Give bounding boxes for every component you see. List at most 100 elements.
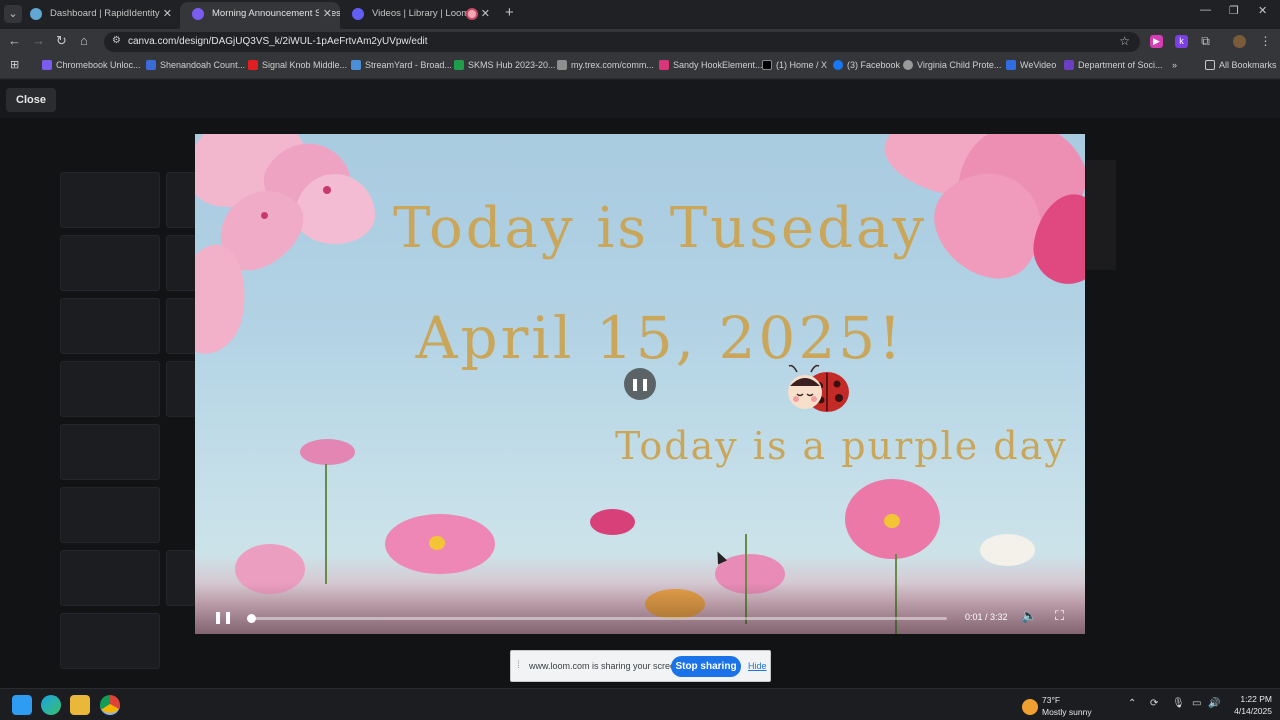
- clock-date: 4/14/2025: [1234, 706, 1272, 716]
- address-bar[interactable]: ⚙ canva.com/design/DAGjUQ3VS_k/2iWUL-1pA…: [104, 32, 1140, 52]
- slide-thumbnail[interactable]: [60, 550, 160, 606]
- all-bookmarks[interactable]: All Bookmarks: [1205, 60, 1277, 70]
- close-tab-icon[interactable]: ✕: [318, 2, 332, 26]
- bookmark-item[interactable]: WeVideo: [1006, 60, 1056, 70]
- progress-bar[interactable]: [246, 614, 947, 623]
- bookmark-star-icon[interactable]: ☆: [1119, 34, 1130, 48]
- bookmark-favicon-icon: [1064, 60, 1074, 70]
- youtube-icon: [248, 60, 258, 70]
- edge-icon[interactable]: [41, 695, 61, 715]
- slide-thumbnail[interactable]: [60, 298, 160, 354]
- slide-thumbnail[interactable]: [60, 361, 160, 417]
- more-bookmarks-icon[interactable]: »: [1172, 60, 1177, 70]
- slide-day-title: Today is Tuseday: [392, 196, 927, 261]
- slide-thumbnail[interactable]: [60, 487, 160, 543]
- globe-icon: [903, 60, 913, 70]
- start-windows-icon[interactable]: [12, 695, 32, 715]
- bookmark-item[interactable]: Shenandoah Count...: [146, 60, 245, 70]
- canva-icon: [192, 8, 204, 20]
- pause-icon[interactable]: ❚❚: [213, 610, 233, 624]
- player-controls: ❚❚ 0:01 / 3:32 🔈 ⛶: [195, 582, 1085, 634]
- kami-extension-icon[interactable]: k: [1175, 35, 1188, 48]
- facebook-icon: [833, 60, 843, 70]
- tab-recording[interactable]: ✕: [458, 2, 498, 29]
- flower-center: [323, 186, 331, 194]
- slide-thumbnail[interactable]: [166, 298, 196, 354]
- speaker-icon[interactable]: 🔊: [1208, 698, 1220, 709]
- forward-icon[interactable]: →: [32, 33, 45, 49]
- cosmos-flower: [300, 439, 355, 465]
- bookmarks-bar: ⊞ Chromebook Unloc... Shenandoah Count..…: [0, 54, 1280, 79]
- slide-thumbnail[interactable]: [60, 613, 160, 669]
- loom-icon: [352, 8, 364, 20]
- chrome-icon[interactable]: [100, 695, 120, 715]
- back-icon[interactable]: ←: [8, 33, 21, 49]
- slide-color-day: Today is a purple day: [615, 424, 1068, 468]
- slide-thumbnail[interactable]: [166, 172, 196, 228]
- minimize-icon[interactable]: —: [1200, 4, 1211, 16]
- microphone-icon[interactable]: 🎙: [1172, 698, 1185, 709]
- center-pause-button[interactable]: ❚❚: [624, 368, 656, 400]
- bookmark-favicon-icon: [146, 60, 156, 70]
- x-icon: [762, 60, 772, 70]
- bookmark-item[interactable]: (1) Home / X: [762, 60, 827, 70]
- playback-time: 0:01 / 3:32: [965, 612, 1008, 622]
- close-tab-icon[interactable]: ✕: [163, 2, 172, 26]
- extensions-puzzle-icon[interactable]: ⧉: [1199, 35, 1212, 48]
- window-close-icon[interactable]: ✕: [1258, 4, 1267, 17]
- sync-icon[interactable]: ⟳: [1150, 698, 1158, 709]
- system-clock[interactable]: 1:22 PM 4/14/2025: [1226, 693, 1272, 717]
- file-explorer-icon[interactable]: [70, 695, 90, 715]
- bookmark-item[interactable]: Department of Soci...: [1064, 60, 1163, 70]
- slide-thumbnail[interactable]: [60, 235, 160, 291]
- progress-handle[interactable]: [246, 614, 256, 623]
- tab-dashboard[interactable]: Dashboard | RapidIdentity ✕: [18, 2, 180, 29]
- site-info-icon[interactable]: ⚙: [112, 35, 121, 46]
- fullscreen-icon[interactable]: ⛶: [1055, 608, 1064, 624]
- slide-thumbnail[interactable]: [60, 172, 160, 228]
- bookmark-item[interactable]: Sandy HookElement...: [659, 60, 763, 70]
- weather-condition: Mostly sunny: [1042, 707, 1092, 717]
- extension-icon[interactable]: ▶: [1150, 35, 1163, 48]
- stop-sharing-button[interactable]: Stop sharing: [671, 656, 741, 677]
- share-message: www.loom.com is sharing your screen.: [529, 661, 683, 671]
- chevron-up-icon[interactable]: ⌃: [1128, 698, 1136, 709]
- slide-thumbnail[interactable]: [166, 550, 196, 606]
- bookmark-item[interactable]: StreamYard - Broad...: [351, 60, 452, 70]
- profile-avatar[interactable]: [1233, 35, 1246, 48]
- sheets-icon: [454, 60, 464, 70]
- bookmark-item[interactable]: SKMS Hub 2023-20...: [454, 60, 556, 70]
- cosmos-flower: [590, 509, 635, 535]
- reload-icon[interactable]: ↻: [56, 33, 67, 49]
- home-icon[interactable]: ⌂: [80, 33, 88, 49]
- slide-thumbnail[interactable]: [60, 424, 160, 480]
- network-icon[interactable]: ▭: [1192, 698, 1201, 709]
- streamyard-icon: [351, 60, 361, 70]
- slide-thumbnail[interactable]: [166, 361, 196, 417]
- menu-kebab-icon[interactable]: ⋮: [1259, 35, 1272, 48]
- editor-header: [0, 80, 1280, 118]
- video-player[interactable]: Today is Tuseday April 15, 2025! Today i…: [195, 134, 1085, 634]
- flower-center: [884, 514, 900, 528]
- close-button[interactable]: Close: [6, 88, 56, 112]
- temperature: 73°F: [1042, 695, 1061, 705]
- bookmark-item[interactable]: Signal Knob Middle...: [248, 60, 347, 70]
- slide-date-title: April 15, 2025!: [415, 304, 905, 372]
- bookmark-item[interactable]: Virginia Child Prote...: [903, 60, 1001, 70]
- bookmark-item[interactable]: Chromebook Unloc...: [42, 60, 141, 70]
- bookmark-item[interactable]: my.trex.com/comm...: [557, 60, 654, 70]
- tab-morning-announcement[interactable]: Morning Announcement Slides ✕: [180, 2, 340, 29]
- bookmark-item[interactable]: (3) Facebook: [833, 60, 900, 70]
- slide-thumbnail[interactable]: [166, 235, 196, 291]
- volume-icon[interactable]: 🔈: [1021, 608, 1037, 624]
- drag-handle-icon[interactable]: ⁞: [517, 660, 520, 671]
- clock-time: 1:22 PM: [1240, 694, 1272, 704]
- white-flower: [980, 534, 1035, 566]
- flower-center: [429, 536, 445, 550]
- apps-grid-icon[interactable]: ⊞: [10, 58, 19, 71]
- windows-taskbar: 73°F Mostly sunny ⌃ ⟳ 🎙 ▭ 🔊 1:22 PM 4/14…: [0, 688, 1280, 720]
- restore-icon[interactable]: ❐: [1229, 4, 1239, 17]
- close-tab-icon[interactable]: ✕: [481, 2, 490, 26]
- hide-link[interactable]: Hide: [748, 661, 767, 671]
- new-tab-icon[interactable]: +: [505, 4, 514, 21]
